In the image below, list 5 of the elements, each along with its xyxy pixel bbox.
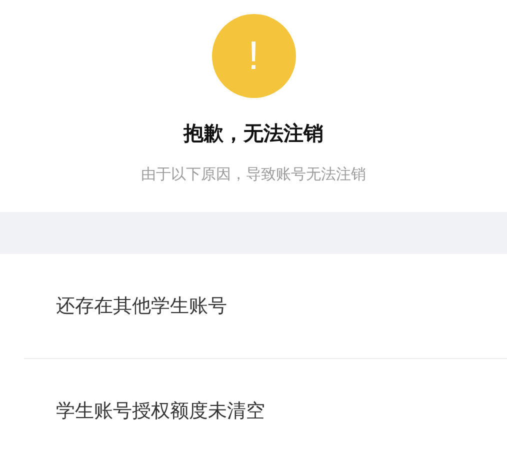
error-subtitle: 由于以下原因，导致账号无法注销 bbox=[141, 165, 366, 184]
reason-item: 还存在其他学生账号 bbox=[24, 254, 507, 359]
warning-icon: ! bbox=[212, 14, 296, 98]
reason-item: 学生账号授权额度未清空 bbox=[55, 399, 266, 424]
error-title: 抱歉，无法注销 bbox=[184, 120, 324, 147]
